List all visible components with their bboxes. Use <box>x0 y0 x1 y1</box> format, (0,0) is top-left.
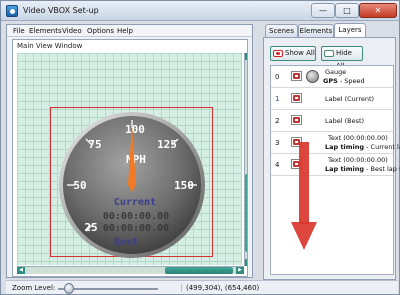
menu-elements[interactable]: Elements <box>29 27 62 35</box>
hidden-eye-icon <box>324 50 334 57</box>
layer-source: Lap timing - Best lap ( <box>325 165 400 173</box>
menu-bar: File Elements Video Options Help <box>7 25 252 37</box>
arrow-down-icon <box>291 142 317 250</box>
maximize-button[interactable]: □ <box>335 3 359 18</box>
current-label: Current <box>114 197 156 208</box>
visibility-icon[interactable] <box>291 71 302 81</box>
layer-name: Label (Current) <box>325 95 375 103</box>
vertical-scroll-thumb[interactable] <box>245 174 247 252</box>
eye-icon <box>273 50 283 57</box>
tab-layers[interactable]: Layers <box>334 23 366 38</box>
layer-row[interactable]: 4 Text (00:00:00.00) Lap timing - Best l… <box>271 154 400 176</box>
tab-scenes[interactable]: Scenes <box>265 24 298 37</box>
title-bar[interactable]: Video VBOX Set-up — □ ✕ <box>1 1 399 21</box>
layer-index: 3 <box>275 139 280 147</box>
minimize-button[interactable]: — <box>311 3 335 18</box>
layer-name: Gauge <box>325 68 347 76</box>
zoom-label: Zoom Level: <box>12 284 56 292</box>
tick-label-125: 125 <box>157 138 177 151</box>
layers-panel: Show All Hide All 0 Gauge GPS - Speed 1 <box>263 37 400 280</box>
show-all-label: Show All <box>285 49 315 57</box>
tick-label-50: 50 <box>73 179 86 192</box>
layer-index: 1 <box>275 95 280 103</box>
scroll-right-icon[interactable]: ▶ <box>236 267 244 274</box>
side-panel: Scenes Elements Layers Show All Hide All… <box>261 23 400 280</box>
best-label: Best <box>114 237 138 248</box>
layer-name: Text (00:00:00.00) <box>328 156 388 164</box>
layer-index: 0 <box>275 73 280 81</box>
close-button[interactable]: ✕ <box>359 3 397 18</box>
scroll-left-icon[interactable]: ◀ <box>17 267 25 274</box>
show-all-button[interactable]: Show All <box>270 46 316 61</box>
current-time: 00:00:00.00 <box>103 211 169 222</box>
main-pane: File Elements Video Options Help Main Vi… <box>6 24 253 278</box>
layer-row[interactable]: 3 Text (00:00:00.00) Lap timing - Curren… <box>271 132 400 154</box>
best-time: 00:00:00.00 <box>103 223 169 234</box>
layer-index: 2 <box>275 117 280 125</box>
vertical-scrollbar[interactable]: ▲ ▼ <box>244 53 247 266</box>
app-icon <box>6 5 18 17</box>
menu-file[interactable]: File <box>13 27 25 35</box>
layer-source: GPS - Speed <box>323 77 365 85</box>
menu-help[interactable]: Help <box>117 27 133 35</box>
layer-name: Label (Best) <box>325 117 365 125</box>
horizontal-scroll-thumb[interactable] <box>165 267 233 274</box>
window-title: Video VBOX Set-up <box>23 6 99 15</box>
layers-toolbar: Show All Hide All <box>270 46 392 70</box>
status-bar: Zoom Level: (499,304), (654,460) <box>6 280 398 294</box>
visibility-icon[interactable] <box>291 93 302 103</box>
layer-row[interactable]: 2 Label (Best) <box>271 110 393 132</box>
scroll-up-icon[interactable]: ▲ <box>245 53 247 60</box>
tick-label-150: 150 <box>174 179 194 192</box>
layer-row[interactable]: 0 Gauge GPS - Speed <box>271 66 393 88</box>
visibility-icon[interactable] <box>291 115 302 125</box>
scroll-down-icon[interactable]: ▼ <box>245 259 247 266</box>
hide-all-button[interactable]: Hide All <box>321 46 363 70</box>
zoom-slider-thumb[interactable] <box>64 283 74 294</box>
layer-name: Text (00:00:00.00) <box>328 134 388 142</box>
horizontal-scrollbar[interactable]: ◀ ▶ <box>17 266 244 274</box>
layer-index: 4 <box>275 161 280 169</box>
layer-row[interactable]: 1 Label (Current) <box>271 88 393 110</box>
tick-label-75: 75 <box>88 138 101 151</box>
menu-options[interactable]: Options <box>87 27 114 35</box>
gauge-icon <box>306 70 319 83</box>
app-window: Video VBOX Set-up — □ ✕ File Elements Vi… <box>0 0 400 295</box>
tick-label-100: 100 <box>125 123 145 136</box>
menu-video[interactable]: Video <box>62 27 82 35</box>
speed-gauge[interactable]: 100 125 150 75 50 25 MPH Current 00:00:0… <box>57 110 207 260</box>
selection-coordinates: (499,304), (654,460) <box>181 284 259 292</box>
layer-source: Lap timing - Current la <box>325 143 400 151</box>
tick-label-25: 25 <box>84 221 97 234</box>
layer-list[interactable]: 0 Gauge GPS - Speed 1 Label (Current) 2 … <box>270 65 400 275</box>
gauge-units: MPH <box>126 153 146 166</box>
canvas-title: Main View Window <box>17 42 83 50</box>
main-view-window[interactable]: Main View Window 100 125 150 75 50 25 MP… <box>12 39 248 277</box>
tab-elements[interactable]: Elements <box>298 24 334 37</box>
